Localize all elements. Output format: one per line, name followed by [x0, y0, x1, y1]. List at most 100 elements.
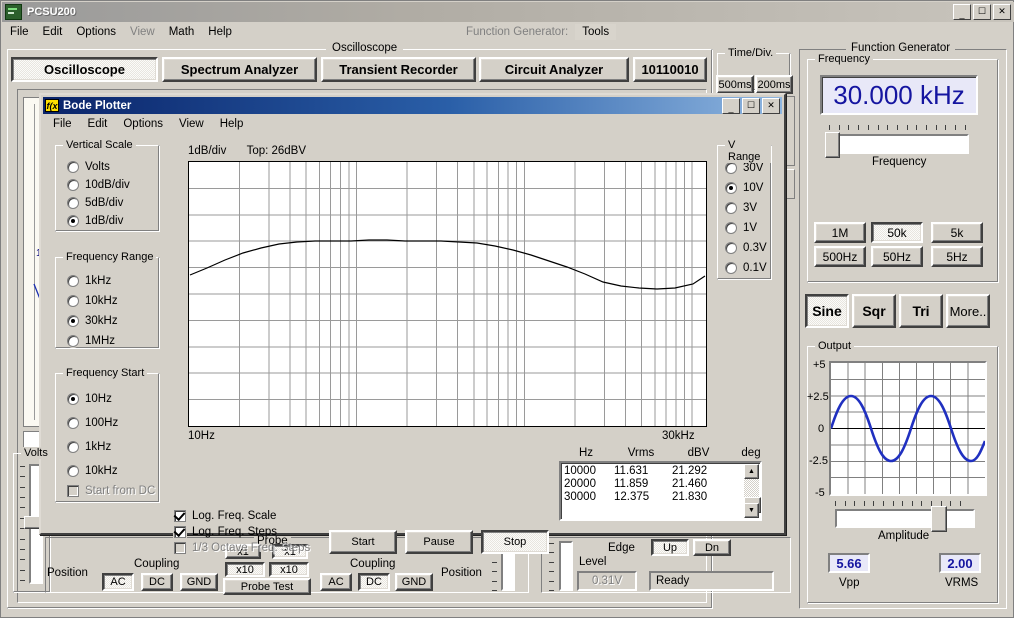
preset-50hz-label: 50Hz [882, 249, 911, 264]
start-from-dc-checkbox[interactable]: Start from DC [67, 485, 155, 497]
tab-spectrum-analyzer[interactable]: Spectrum Analyzer [162, 57, 317, 82]
preset-500hz-button[interactable]: 500Hz [814, 246, 866, 267]
bode-maximize-button[interactable]: ☐ [742, 98, 760, 114]
data-table-listbox[interactable]: 10000 11.631 21.292 20000 11.859 21.460 … [559, 461, 762, 521]
coupling-left-dc-button[interactable]: DC [141, 573, 173, 591]
maximize-button[interactable]: ☐ [973, 4, 991, 20]
vertical-scale-option-1db[interactable]: 1dB/div [67, 212, 130, 230]
bode-window-controls[interactable]: _ ☐ ✕ [722, 98, 780, 114]
waveform-sqr-button[interactable]: Sqr [852, 294, 896, 328]
vertical-scale-label: Vertical Scale [63, 139, 136, 151]
probe-right-x10-button[interactable]: x10 [269, 562, 309, 577]
frequency-start-option-10hz[interactable]: 10Hz [67, 387, 155, 411]
output-waveform-svg [829, 363, 987, 494]
coupling-right-gnd-button[interactable]: GND [395, 573, 433, 591]
scroll-up-arrow-icon[interactable]: ▲ [744, 464, 759, 479]
bode-title-bar[interactable]: f(x Bode Plotter _ ☐ ✕ [43, 97, 782, 114]
waveform-more-button[interactable]: More.. [946, 294, 990, 328]
radio-icon [67, 275, 79, 287]
frequency-range-option-1mhz[interactable]: 1MHz [67, 331, 118, 351]
trigger-up-button[interactable]: Up [651, 539, 689, 556]
close-button[interactable]: ✕ [993, 4, 1011, 20]
amplitude-slider-track[interactable] [835, 509, 975, 528]
coupling-right-gnd-label: GND [401, 576, 427, 588]
third-octave-steps-checkbox[interactable]: 1/3 Octave Freq. Steps [174, 542, 310, 554]
data-table-scrollbar[interactable]: ▲ ▼ [744, 464, 761, 518]
window-controls[interactable]: _ ☐ ✕ [953, 4, 1011, 20]
vertical-scale-option-5db[interactable]: 5dB/div [67, 194, 130, 212]
vertical-scale-option-10db[interactable]: 10dB/div [67, 176, 130, 194]
tab-circuit-analyzer[interactable]: Circuit Analyzer [479, 57, 629, 82]
menu-math[interactable]: Math [162, 24, 202, 40]
preset-1m-button[interactable]: 1M [814, 222, 866, 243]
waveform-tri-button[interactable]: Tri [899, 294, 943, 328]
tab-transient-recorder[interactable]: Transient Recorder [321, 57, 476, 82]
amplitude-slider-thumb[interactable] [931, 506, 947, 532]
menu-edit[interactable]: Edit [36, 24, 70, 40]
bode-minimize-button[interactable]: _ [722, 98, 740, 114]
probe-test-button[interactable]: Probe Test [223, 578, 311, 595]
minimize-button[interactable]: _ [953, 4, 971, 20]
vertical-scale-option-volts[interactable]: Volts [67, 158, 130, 176]
v-range-option-03v[interactable]: 0.3V [725, 238, 767, 258]
coupling-left-ac-button[interactable]: AC [102, 573, 134, 591]
preset-5hz-button[interactable]: 5Hz [931, 246, 983, 267]
menu-file[interactable]: File [3, 24, 36, 40]
preset-50k-button[interactable]: 50k [871, 222, 923, 243]
frequency-range-option-10khz[interactable]: 10kHz [67, 291, 118, 311]
position-right-label: Position [441, 567, 482, 579]
v-range-option-01v-label: 0.1V [743, 262, 767, 274]
table-row[interactable]: 30000 12.375 21.830 [564, 491, 767, 504]
preset-5k-button[interactable]: 5k [931, 222, 983, 243]
preset-5hz-label: 5Hz [946, 249, 968, 264]
start-button[interactable]: Start [329, 530, 397, 554]
amplitude-label: Amplitude [878, 530, 930, 542]
time-div-200ms-label: 200ms [757, 78, 791, 91]
frequency-start-option-100hz[interactable]: 100Hz [67, 411, 155, 435]
cell-vrms: 12.375 [614, 491, 650, 503]
v-range-option-10v[interactable]: 10V [725, 178, 767, 198]
frequency-slider-thumb[interactable] [825, 132, 840, 158]
probe-left-x10-button[interactable]: x10 [225, 562, 265, 577]
v-range-option-01v[interactable]: 0.1V [725, 258, 767, 278]
menu-tools[interactable]: Tools [575, 24, 617, 40]
v-range-option-3v[interactable]: 3V [725, 198, 767, 218]
bode-menu-options[interactable]: Options [115, 117, 171, 131]
log-freq-steps-checkbox[interactable]: Log. Freq. Steps [174, 526, 310, 538]
v-range-option-1v[interactable]: 1V [725, 218, 767, 238]
preset-500hz-label: 500Hz [822, 249, 858, 264]
preset-50hz-button[interactable]: 50Hz [871, 246, 923, 267]
scroll-down-arrow-icon[interactable]: ▼ [744, 503, 759, 518]
time-div-200ms-button[interactable]: 200ms [755, 75, 793, 94]
bode-menu-view[interactable]: View [171, 117, 212, 131]
coupling-left-gnd-button[interactable]: GND [180, 573, 218, 591]
bode-menu-edit[interactable]: Edit [80, 117, 116, 131]
menu-help[interactable]: Help [201, 24, 239, 40]
output-y-tick-0: 0 [818, 423, 825, 435]
stop-button[interactable]: Stop [481, 530, 549, 554]
frequency-start-option-10khz[interactable]: 10kHz [67, 459, 155, 483]
menu-view[interactable]: View [123, 24, 162, 40]
trigger-dn-button[interactable]: Dn [693, 539, 731, 556]
tab-logic-analyzer[interactable]: 10110010 [633, 57, 707, 82]
plot-canvas[interactable] [188, 161, 707, 427]
coupling-right-dc-button[interactable]: DC [358, 573, 390, 591]
menu-options[interactable]: Options [69, 24, 123, 40]
time-div-500ms-button[interactable]: 500ms [716, 75, 754, 94]
bode-close-button[interactable]: ✕ [762, 98, 780, 114]
log-freq-scale-checkbox[interactable]: Log. Freq. Scale [174, 510, 310, 522]
tab-oscilloscope[interactable]: Oscilloscope [11, 57, 158, 82]
frequency-slider-track[interactable] [829, 134, 969, 154]
trigger-level-slider[interactable] [559, 541, 573, 591]
frequency-range-option-1khz[interactable]: 1kHz [67, 271, 118, 291]
coupling-right-ac-button[interactable]: AC [320, 573, 352, 591]
table-row[interactable]: 20000 11.859 21.460 [564, 478, 767, 491]
frequency-range-option-30khz[interactable]: 30kHz [67, 311, 118, 331]
frequency-start-option-1khz[interactable]: 1kHz [67, 435, 155, 459]
probe-left-x10-label: x10 [236, 563, 254, 576]
bode-menu-help[interactable]: Help [212, 117, 252, 131]
waveform-sine-button[interactable]: Sine [805, 294, 849, 328]
bode-menu-file[interactable]: File [45, 117, 80, 131]
table-row[interactable]: 10000 11.631 21.292 [564, 465, 767, 478]
pause-button[interactable]: Pause [405, 530, 473, 554]
